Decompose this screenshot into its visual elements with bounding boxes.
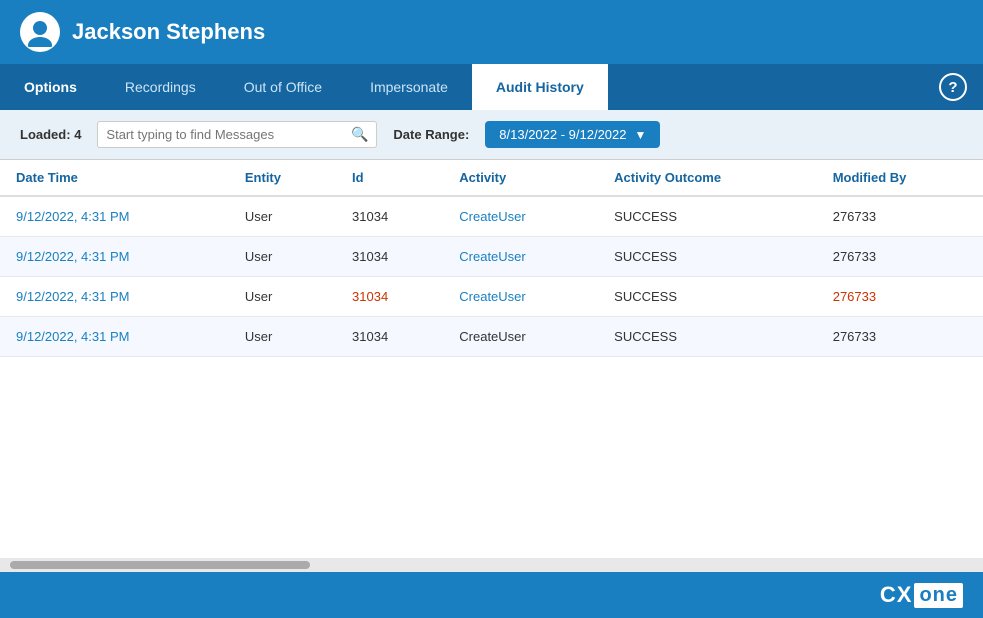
date-range-label: Date Range: xyxy=(393,127,469,142)
cxone-logo: CX one xyxy=(880,582,963,608)
table-cell: SUCCESS xyxy=(598,277,817,317)
audit-table: Date Time Entity Id Activity Activity Ou… xyxy=(0,160,983,357)
table-cell: SUCCESS xyxy=(598,237,817,277)
tab-out-of-office[interactable]: Out of Office xyxy=(220,64,346,110)
col-date-time: Date Time xyxy=(0,160,229,196)
help-icon[interactable]: ? xyxy=(939,73,967,101)
table-cell: CreateUser xyxy=(443,317,598,357)
table-row: 9/12/2022, 4:31 PMUser31034CreateUserSUC… xyxy=(0,237,983,277)
table-body: 9/12/2022, 4:31 PMUser31034CreateUserSUC… xyxy=(0,196,983,357)
tab-recordings[interactable]: Recordings xyxy=(101,64,220,110)
footer: CX one xyxy=(0,572,983,618)
table-cell: 276733 xyxy=(817,317,983,357)
table-cell[interactable]: 276733 xyxy=(817,277,983,317)
tab-audit-history[interactable]: Audit History xyxy=(472,64,608,110)
scroll-indicator xyxy=(0,558,983,572)
table-row: 9/12/2022, 4:31 PMUser31034CreateUserSUC… xyxy=(0,196,983,237)
table-cell[interactable]: CreateUser xyxy=(443,237,598,277)
audit-table-container: Date Time Entity Id Activity Activity Ou… xyxy=(0,160,983,558)
tab-impersonate[interactable]: Impersonate xyxy=(346,64,472,110)
search-input[interactable] xyxy=(106,127,345,142)
nav-bar: Options Recordings Out of Office Imperso… xyxy=(0,64,983,110)
table-cell: 276733 xyxy=(817,196,983,237)
table-cell: User xyxy=(229,317,336,357)
table-cell: SUCCESS xyxy=(598,196,817,237)
col-modified-by: Modified By xyxy=(817,160,983,196)
table-cell: User xyxy=(229,196,336,237)
loaded-label: Loaded: 4 xyxy=(20,127,81,142)
avatar xyxy=(20,12,60,52)
table-cell[interactable]: 31034 xyxy=(336,277,443,317)
scroll-thumb xyxy=(10,561,310,569)
table-row: 9/12/2022, 4:31 PMUser31034CreateUserSUC… xyxy=(0,277,983,317)
table-cell: 31034 xyxy=(336,317,443,357)
search-wrapper: 🔍 xyxy=(97,121,377,148)
logo-cx-text: CX xyxy=(880,582,913,608)
col-id: Id xyxy=(336,160,443,196)
date-range-value: 8/13/2022 - 9/12/2022 xyxy=(499,127,626,142)
date-range-button[interactable]: 8/13/2022 - 9/12/2022 ▼ xyxy=(485,121,660,148)
col-activity: Activity xyxy=(443,160,598,196)
table-cell[interactable]: CreateUser xyxy=(443,196,598,237)
table-cell: SUCCESS xyxy=(598,317,817,357)
table-cell[interactable]: CreateUser xyxy=(443,277,598,317)
help-area: ? xyxy=(939,64,983,110)
table-cell[interactable]: 9/12/2022, 4:31 PM xyxy=(0,237,229,277)
main-content: Loaded: 4 🔍 Date Range: 8/13/2022 - 9/12… xyxy=(0,110,983,572)
table-cell[interactable]: 9/12/2022, 4:31 PM xyxy=(0,277,229,317)
logo-one-text: one xyxy=(914,583,963,608)
filter-bar: Loaded: 4 🔍 Date Range: 8/13/2022 - 9/12… xyxy=(0,110,983,160)
table-row: 9/12/2022, 4:31 PMUser31034CreateUserSUC… xyxy=(0,317,983,357)
table-header: Date Time Entity Id Activity Activity Ou… xyxy=(0,160,983,196)
col-entity: Entity xyxy=(229,160,336,196)
table-cell[interactable]: 9/12/2022, 4:31 PM xyxy=(0,196,229,237)
tab-options[interactable]: Options xyxy=(0,64,101,110)
table-cell: 31034 xyxy=(336,196,443,237)
loaded-count: 4 xyxy=(74,127,81,142)
col-activity-outcome: Activity Outcome xyxy=(598,160,817,196)
app-header: Jackson Stephens xyxy=(0,0,983,64)
search-icon: 🔍 xyxy=(351,126,368,143)
user-name: Jackson Stephens xyxy=(72,19,265,45)
table-cell: 31034 xyxy=(336,237,443,277)
table-cell: User xyxy=(229,277,336,317)
table-cell: 276733 xyxy=(817,237,983,277)
table-cell[interactable]: 9/12/2022, 4:31 PM xyxy=(0,317,229,357)
table-cell: User xyxy=(229,237,336,277)
chevron-down-icon: ▼ xyxy=(635,128,647,142)
